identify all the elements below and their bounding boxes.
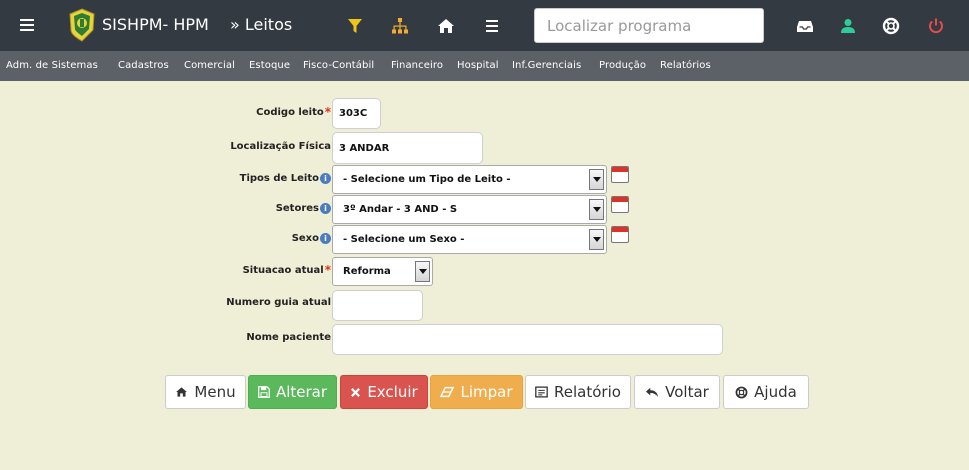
codigo-leito-input[interactable]: 303C <box>332 98 381 129</box>
setores-label-text: Setores <box>275 203 319 214</box>
situacao-atual-label: Situacao atual * <box>243 263 331 277</box>
numero-guia-input[interactable] <box>332 290 423 321</box>
menu-relatorios[interactable]: Relatórios <box>660 60 711 71</box>
menu-producao[interactable]: Produção <box>599 60 646 71</box>
eraser-icon <box>440 386 455 398</box>
localizacao-fisica-input[interactable]: 3 ANDAR <box>332 132 483 164</box>
chevron-down-icon[interactable] <box>589 229 604 250</box>
save-icon <box>258 386 270 398</box>
menu-estoque[interactable]: Estoque <box>249 60 290 71</box>
situacao-atual-value: Reforma <box>343 266 391 277</box>
setores-value: 3º Andar - 3 AND - S <box>343 204 458 215</box>
alterar-button-label: Alterar <box>275 383 328 401</box>
voltar-button-label: Voltar <box>665 383 709 401</box>
localizacao-fisica-label: Localização Física <box>230 141 331 152</box>
numero-guia-label-text: Numero guia atual <box>226 297 331 308</box>
brand-logo <box>69 8 95 42</box>
close-icon <box>351 387 361 397</box>
inbox-icon[interactable] <box>796 17 814 35</box>
info-icon[interactable]: i <box>320 203 331 214</box>
numero-guia-label: Numero guia atual <box>226 297 331 308</box>
menu-button-label: Menu <box>194 383 236 401</box>
home-icon <box>176 387 188 397</box>
alterar-button[interactable]: Alterar <box>248 375 337 409</box>
situacao-atual-select[interactable]: Reforma <box>332 257 433 286</box>
sitemap-icon[interactable] <box>391 17 409 35</box>
nome-paciente-label: Nome paciente <box>246 332 331 343</box>
app-title[interactable]: SISHPM- HPM <box>102 15 209 34</box>
situacao-atual-label-text: Situacao atual <box>242 264 324 276</box>
nome-paciente-input[interactable] <box>332 324 723 355</box>
menu-cadastros[interactable]: Cadastros <box>118 60 169 71</box>
menu-financeiro[interactable]: Financeiro <box>391 60 443 71</box>
list-icon[interactable] <box>483 17 501 35</box>
calendar-icon[interactable] <box>611 196 629 213</box>
codigo-leito-value: 303C <box>339 108 368 119</box>
chevron-down-icon[interactable] <box>589 199 604 220</box>
sexo-value: - Selecione um Sexo - <box>343 234 465 245</box>
excluir-button-label: Excluir <box>367 383 418 401</box>
setores-select[interactable]: 3º Andar - 3 AND - S <box>332 195 607 224</box>
chevron-down-icon[interactable] <box>589 169 604 190</box>
menu-hospital[interactable]: Hospital <box>457 60 499 71</box>
info-icon[interactable]: i <box>320 233 331 244</box>
breadcrumb: » Leitos <box>230 15 293 34</box>
tipos-leito-select[interactable]: - Selecione um Tipo de Leito - <box>332 165 607 194</box>
sexo-label-text: Sexo <box>291 233 319 244</box>
localizacao-fisica-label-text: Localização Física <box>230 141 331 152</box>
codigo-leito-label: Codigo leito * <box>256 105 331 119</box>
codigo-leito-label-text: Codigo leito <box>256 106 324 118</box>
excluir-button[interactable]: Excluir <box>340 375 428 409</box>
tipos-leito-value: - Selecione um Tipo de Leito - <box>343 174 511 185</box>
sexo-select[interactable]: - Selecione um Sexo - <box>332 225 607 254</box>
required-mark: * <box>324 105 331 119</box>
reply-icon <box>646 387 659 398</box>
setores-label: Setores i <box>276 203 331 214</box>
limpar-button[interactable]: Limpar <box>430 375 523 409</box>
menu-inf-gerenciais[interactable]: Inf.Gerenciais <box>512 60 581 71</box>
menu-adm-sistemas[interactable]: Adm. de Sistemas <box>6 60 98 71</box>
voltar-button[interactable]: Voltar <box>634 375 720 409</box>
power-icon[interactable] <box>927 17 945 35</box>
limpar-button-label: Limpar <box>460 383 513 401</box>
report-icon <box>535 386 548 398</box>
home-icon[interactable] <box>437 17 455 35</box>
required-mark: * <box>324 263 331 277</box>
relatorio-button-label: Relatório <box>554 383 621 401</box>
nome-paciente-label-text: Nome paciente <box>246 332 331 343</box>
search-program-input[interactable] <box>534 8 764 43</box>
top-navbar: SISHPM- HPM » Leitos <box>0 0 969 51</box>
tipos-leito-label-text: Tipos de Leito <box>239 173 319 184</box>
calendar-icon[interactable] <box>611 166 629 183</box>
chevron-down-icon[interactable] <box>415 261 430 282</box>
menu-button[interactable]: Menu <box>165 375 246 409</box>
ajuda-button-label: Ajuda <box>754 383 797 401</box>
menu-comercial[interactable]: Comercial <box>184 60 235 71</box>
module-menu-bar: Adm. de Sistemas Cadastros Comercial Est… <box>0 51 969 81</box>
localizacao-fisica-value: 3 ANDAR <box>339 142 390 154</box>
calendar-icon[interactable] <box>611 226 629 243</box>
info-icon[interactable]: i <box>320 173 331 184</box>
filter-icon[interactable] <box>346 17 364 35</box>
menu-fisco-contabil[interactable]: Fisco-Contábil <box>303 60 374 71</box>
lifebuoy-icon <box>735 386 748 398</box>
lifebuoy-icon[interactable] <box>882 17 900 35</box>
relatorio-button[interactable]: Relatório <box>525 375 631 409</box>
main-menu-icon[interactable] <box>20 16 34 34</box>
tipos-leito-label: Tipos de Leito i <box>240 173 331 184</box>
user-icon[interactable] <box>839 17 857 35</box>
ajuda-button[interactable]: Ajuda <box>723 375 809 409</box>
sexo-label: Sexo i <box>292 233 331 244</box>
